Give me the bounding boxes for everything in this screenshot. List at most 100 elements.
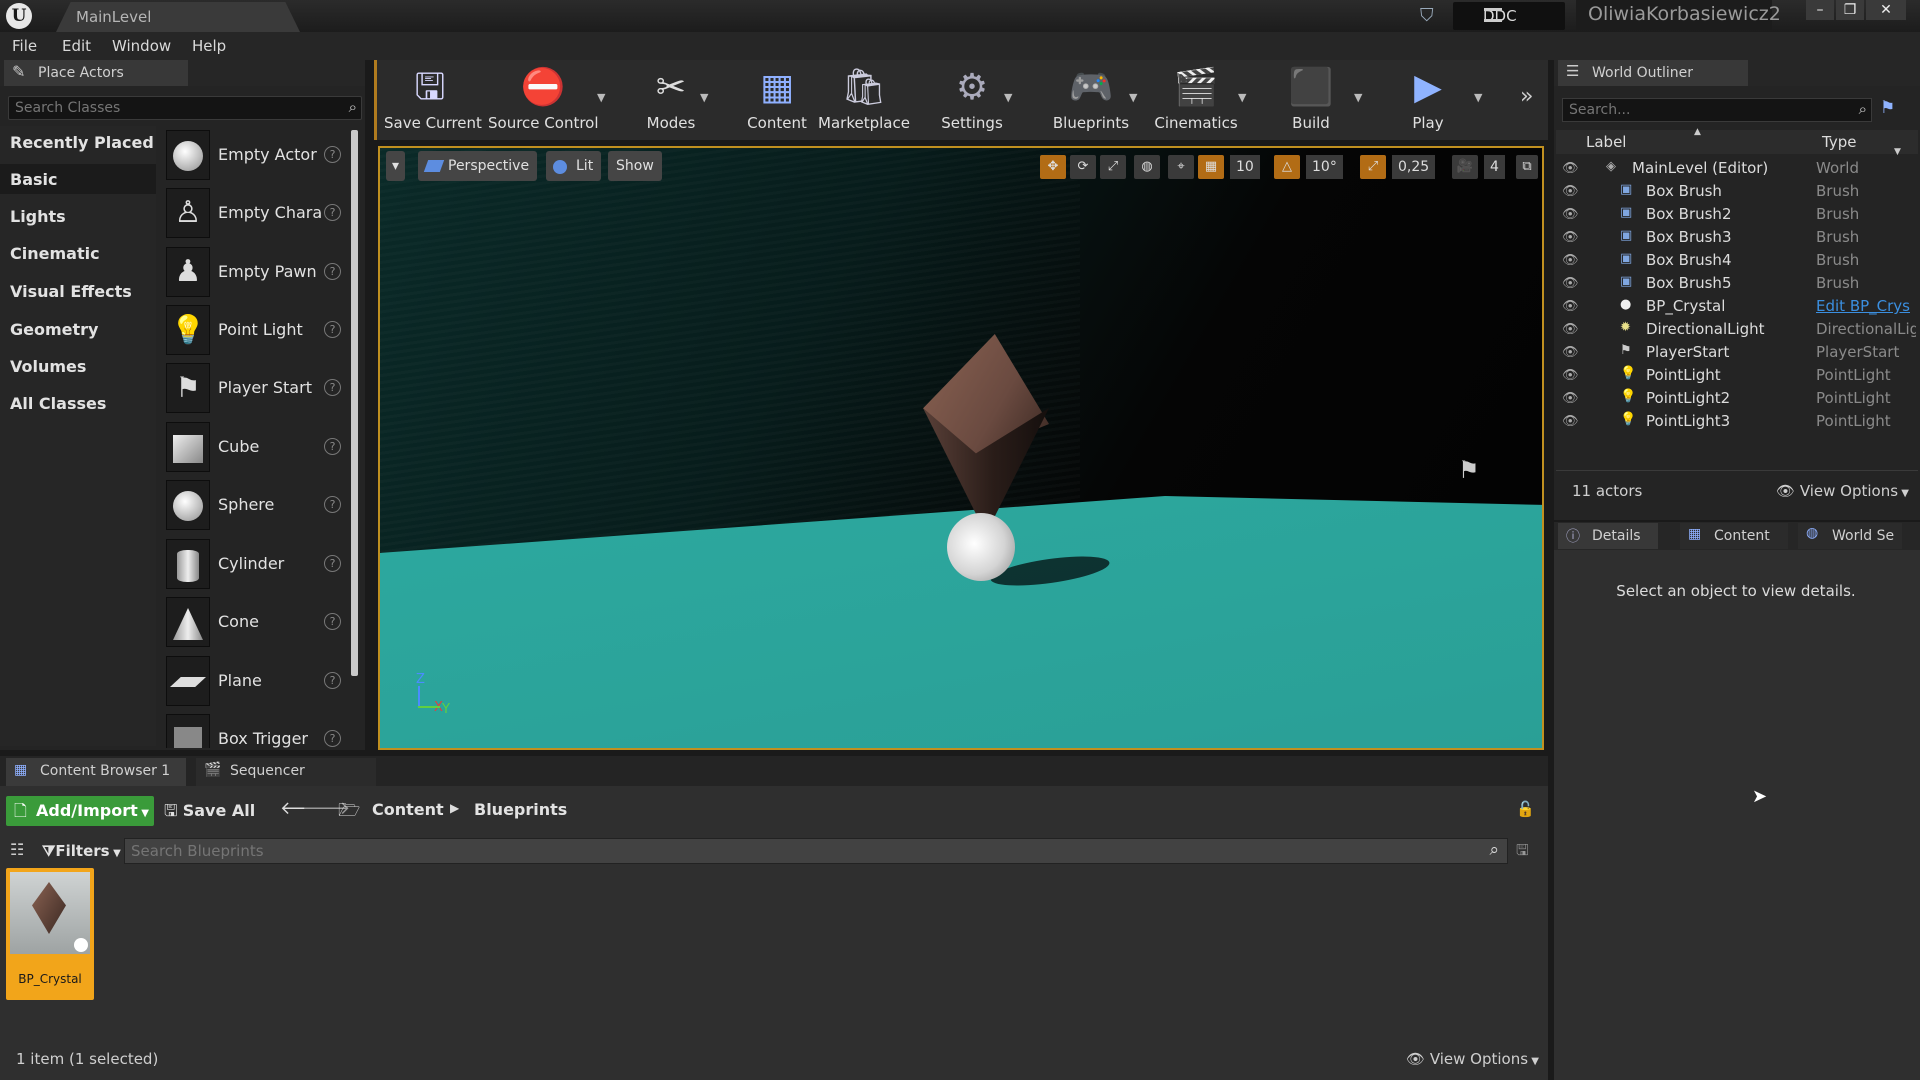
help-icon[interactable]: ? [324,146,341,163]
surface-snap-icon[interactable]: ⌖ [1168,155,1194,179]
outliner-add-filter-icon[interactable]: ⚑ [1880,98,1895,118]
category-visual-effects[interactable]: Visual Effects [10,282,132,301]
actor-item-plane[interactable]: Plane? [164,654,346,709]
visibility-eye-icon[interactable]: 👁 [1562,253,1579,268]
sources-toggle-icon[interactable]: ☷ [10,840,24,859]
tab-place-actors[interactable]: Place Actors [4,60,188,86]
help-icon[interactable]: ? [324,613,341,630]
help-icon[interactable]: ? [324,263,341,280]
visibility-eye-icon[interactable]: 👁 [1562,299,1579,314]
content-view-options-button[interactable]: 👁 View Options ▼ [1406,1050,1539,1068]
build-dropdown-icon[interactable]: ▼ [1354,91,1362,104]
visibility-eye-icon[interactable]: 👁 [1562,322,1579,337]
breadcrumb-blueprints[interactable]: Blueprints [474,800,567,819]
help-icon[interactable]: ? [324,438,341,455]
show-button[interactable]: Show [608,151,662,181]
outliner-row[interactable]: 👁 ⚑ PlayerStart PlayerStart [1562,342,1918,365]
outliner-row[interactable]: 👁 ▣ Box Brush3 Brush [1562,227,1918,250]
actor-item-empty-character[interactable]: ♙ Empty Chara? [164,186,346,241]
outliner-search-field[interactable]: ⌕ [1562,98,1872,122]
viewport-options-button[interactable]: ▾ [386,151,406,181]
help-icon[interactable]: ? [324,555,341,572]
asset-tile-bp-crystal[interactable]: BP_Crystal [6,868,94,1000]
add-import-button[interactable]: Add/Import ▼ [6,796,154,826]
actor-item-cube[interactable]: Cube? [164,420,346,475]
rotate-tool-icon[interactable]: ⟳ [1070,155,1096,179]
blueprints-button[interactable]: 🎮 Blueprints [1050,64,1132,134]
build-button[interactable]: ⬛ Build [1276,64,1346,134]
restore-button[interactable]: ❐ [1836,0,1864,20]
actors-scrollbar[interactable] [351,130,358,676]
scale-snap-value[interactable]: 0,25 [1392,155,1436,179]
category-volumes[interactable]: Volumes [10,357,86,376]
rotation-snap-value[interactable]: 10° [1306,155,1343,179]
search-classes-field[interactable]: ⌕ [8,96,362,120]
visibility-eye-icon[interactable]: 👁 [1562,345,1579,360]
search-classes-input[interactable] [9,97,329,119]
actor-item-sphere[interactable]: Sphere? [164,478,346,533]
actor-item-cylinder[interactable]: Cylinder? [164,537,346,592]
help-icon[interactable]: ? [324,496,341,513]
folder-icon[interactable]: 🗁 [338,798,360,828]
blueprints-dropdown-icon[interactable]: ▼ [1129,91,1137,104]
actor-item-empty-pawn[interactable]: ♟ Empty Pawn? [164,245,346,300]
save-search-icon[interactable]: 🖫 [1516,840,1529,865]
visibility-eye-icon[interactable]: 👁 [1562,230,1579,245]
world-space-icon[interactable]: ◍ [1134,155,1160,179]
settings-dropdown-icon[interactable]: ▼ [1004,91,1012,104]
outliner-row[interactable]: 👁 ▣ Box Brush5 Brush [1562,273,1918,296]
play-button[interactable]: ▶ Play [1396,64,1460,134]
menu-window[interactable]: Window [112,37,171,55]
save-current-button[interactable]: 🖫 Save Current [384,64,482,134]
rotation-snap-icon[interactable]: △ [1274,155,1300,179]
tab-world-outliner[interactable]: World Outliner [1558,60,1748,86]
minimize-button[interactable]: – [1806,0,1834,20]
source-control-dropdown-icon[interactable]: ▼ [597,91,605,104]
grid-snap-value[interactable]: 10 [1230,155,1260,179]
category-geometry[interactable]: Geometry [10,320,98,339]
actor-item-player-start[interactable]: ⚑ Player Start? [164,361,346,416]
help-icon[interactable]: ? [324,204,341,221]
visibility-eye-icon[interactable]: 👁 [1562,207,1579,222]
outliner-view-options-button[interactable]: 👁 View Options ▼ [1776,482,1909,500]
camera-speed-icon[interactable]: 🎥 [1452,155,1478,179]
lock-icon[interactable]: 🔓 [1516,800,1535,818]
visibility-eye-icon[interactable]: 👁 [1562,391,1579,406]
outliner-row[interactable]: 👁 ▣ Box Brush4 Brush [1562,250,1918,273]
category-all-classes[interactable]: All Classes [10,394,106,413]
outliner-row[interactable]: 👁 ● BP_Crystal Edit BP_Crys [1562,296,1918,319]
tab-sequencer[interactable]: Sequencer [196,758,376,786]
tab-content-browser[interactable]: Content Browser 1 [6,758,186,786]
outliner-row[interactable]: 👁 ▣ Box Brush2 Brush [1562,204,1918,227]
translate-tool-icon[interactable]: ✥ [1040,155,1066,179]
player-start-gizmo-icon[interactable]: ⚑ [1458,456,1480,484]
outliner-row[interactable]: 👁 ✹ DirectionalLight DirectionalLig [1562,319,1918,342]
modes-button[interactable]: ✂ Modes [636,64,706,134]
breadcrumb-content[interactable]: Content [372,800,444,819]
level-tab[interactable]: MainLevel [56,2,300,32]
visibility-eye-icon[interactable]: 👁 [1562,184,1579,199]
menu-file[interactable]: File [12,37,37,55]
help-icon[interactable]: ? [324,672,341,689]
help-icon[interactable]: ? [324,379,341,396]
outliner-row[interactable]: 👁 💡 PointLight PointLight [1562,365,1918,388]
outliner-row[interactable]: 👁 💡 PointLight2 PointLight [1562,388,1918,411]
category-cinematic[interactable]: Cinematic [10,244,100,263]
column-type-header[interactable]: Type [1822,133,1856,151]
type-column-dropdown-icon[interactable]: ▼ [1894,147,1901,157]
actor-item-cone[interactable]: Cone? [164,595,346,650]
outliner-search-input[interactable] [1563,99,1839,121]
crystal-mesh[interactable] [923,334,1049,534]
cinematics-button[interactable]: 🎬 Cinematics [1152,64,1240,134]
help-icon[interactable]: ? [324,321,341,338]
menu-edit[interactable]: Edit [62,37,91,55]
ddc-status[interactable]: DDC [1453,2,1565,30]
blueprints-search-field[interactable]: ⌕ [124,838,1508,864]
menu-help[interactable]: Help [192,37,226,55]
outliner-row[interactable]: 👁 ◈ MainLevel (Editor) World [1562,158,1918,181]
column-label-header[interactable]: Label [1586,133,1626,151]
save-all-button[interactable]: 🖫 Save All [164,800,255,827]
visibility-eye-icon[interactable]: 👁 [1562,368,1579,383]
grid-snap-icon[interactable]: ▦ [1198,155,1224,179]
close-window-button[interactable]: ✕ [1866,0,1906,20]
